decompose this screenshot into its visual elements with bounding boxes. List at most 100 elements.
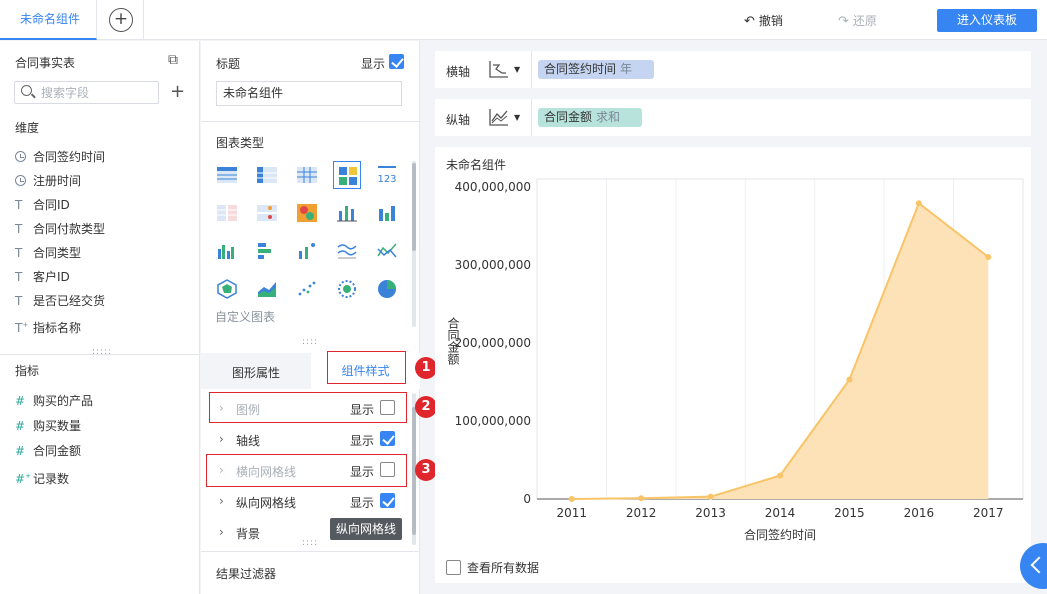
area-chart[interactable]: 0 100,000,000 200,000,000 300,000,000 400,00… bbox=[435, 147, 1031, 547]
field-item[interactable]: # 购买的产品 bbox=[15, 391, 93, 411]
enter-dashboard-button[interactable]: 进入仪表板 bbox=[937, 9, 1037, 32]
field-item[interactable]: T 合同付款类型 bbox=[15, 219, 105, 239]
line-markers-icon[interactable] bbox=[373, 237, 401, 265]
annotation-box-2 bbox=[209, 392, 407, 423]
top-bar: 未命名组件 + ↶ 撤销 ↷ 还原 进入仪表板 bbox=[0, 0, 1047, 40]
tab-divider bbox=[143, 0, 144, 40]
vertical-grid-show-checkbox[interactable] bbox=[380, 493, 395, 508]
resize-handle[interactable]: :::: bbox=[302, 337, 318, 347]
view-all-checkbox[interactable] bbox=[446, 560, 461, 575]
field-label: 注册时间 bbox=[33, 174, 82, 188]
field-item[interactable]: T 合同类型 bbox=[15, 243, 81, 263]
vertical-grid-row[interactable]: › 纵向网格线 显示 bbox=[201, 486, 412, 516]
text-type-icon: T bbox=[15, 270, 23, 284]
pie-icon[interactable] bbox=[373, 275, 401, 303]
y-axis-title: 合同金额 bbox=[446, 316, 460, 366]
custom-chart-label[interactable]: 自定义图表 bbox=[215, 308, 275, 325]
background-label: 背景 bbox=[236, 527, 261, 541]
view-all-data[interactable]: 查看所有数据 bbox=[446, 559, 539, 576]
x-field-pill[interactable]: 合同签约时间年 bbox=[538, 60, 654, 79]
axis-line-show-label: 显示 bbox=[350, 434, 375, 448]
resize-handle[interactable]: ::::: bbox=[92, 347, 112, 357]
field-item[interactable]: T 客户ID bbox=[15, 267, 70, 287]
grouped-table-icon[interactable] bbox=[253, 161, 281, 189]
bar-chart-icon[interactable] bbox=[253, 237, 281, 265]
stacked-bar-icon[interactable] bbox=[333, 199, 361, 227]
field-item[interactable]: # 购买数量 bbox=[15, 416, 81, 436]
field-item[interactable]: # 合同金额 bbox=[15, 441, 81, 461]
chart-type-scrollbar[interactable] bbox=[412, 163, 416, 251]
title-show-checkbox[interactable] bbox=[389, 54, 404, 69]
matrix-icon[interactable] bbox=[333, 161, 361, 189]
x-axis-bar: 横轴 ▼ 合同签约时间年 bbox=[435, 51, 1031, 88]
caret-down-icon[interactable]: ▼ bbox=[514, 65, 520, 74]
x-tick-label: 2014 bbox=[765, 506, 796, 520]
vertical-grid-show-label: 显示 bbox=[350, 496, 375, 510]
annotation-badge-2: 2 bbox=[415, 396, 437, 418]
column-chart-icon[interactable] bbox=[373, 199, 401, 227]
y-axis-bar: 纵轴 ▼ 合同金额 求和 bbox=[435, 99, 1031, 136]
clock-icon bbox=[15, 175, 26, 186]
x-axis-chart-icon[interactable] bbox=[488, 59, 510, 82]
divider bbox=[201, 121, 420, 122]
heatmap-icon[interactable] bbox=[293, 199, 321, 227]
data-point bbox=[638, 495, 645, 502]
field-item[interactable]: T 是否已经交货 bbox=[15, 291, 105, 311]
radar-icon[interactable] bbox=[213, 275, 241, 303]
field-label: 是否已经交货 bbox=[33, 294, 106, 308]
scatter-icon[interactable] bbox=[293, 275, 321, 303]
redo-button[interactable]: ↷ 还原 bbox=[838, 12, 877, 29]
series-area bbox=[571, 203, 989, 499]
field-label: 合同付款类型 bbox=[33, 222, 106, 236]
caret-down-icon[interactable]: ▼ bbox=[514, 113, 520, 122]
bubble-icon[interactable] bbox=[333, 275, 361, 303]
chart-type-label: 图表类型 bbox=[216, 136, 265, 150]
x-tick-label: 2013 bbox=[695, 506, 726, 520]
hash-formula-icon: #+ bbox=[15, 472, 31, 486]
search-icon bbox=[21, 85, 32, 96]
data-point bbox=[568, 496, 575, 502]
switch-table-icon[interactable]: ⧉ bbox=[168, 52, 178, 68]
redo-label: 还原 bbox=[852, 14, 877, 28]
text-type-icon: T bbox=[15, 198, 23, 212]
axis-line-show-checkbox[interactable] bbox=[380, 431, 395, 446]
field-search-box[interactable] bbox=[14, 81, 159, 104]
y-field-agg: 求和 bbox=[596, 110, 621, 124]
view-all-label: 查看所有数据 bbox=[467, 561, 540, 575]
resize-handle[interactable]: :::: bbox=[302, 538, 318, 548]
area-icon[interactable] bbox=[253, 275, 281, 303]
kpi-table-icon[interactable] bbox=[213, 199, 241, 227]
field-item[interactable]: 合同签约时间 bbox=[15, 147, 105, 167]
text-formula-icon: T+ bbox=[15, 321, 29, 335]
hash-icon: # bbox=[15, 444, 26, 458]
field-item[interactable]: T 合同ID bbox=[15, 195, 70, 215]
add-tab-button[interactable]: + bbox=[109, 8, 133, 32]
field-search-input[interactable] bbox=[41, 84, 151, 101]
multi-column-icon[interactable] bbox=[213, 237, 241, 265]
y-axis-chart-icon[interactable] bbox=[488, 107, 510, 130]
field-item[interactable]: T+ 指标名称 bbox=[15, 315, 81, 335]
y-field-pill[interactable]: 合同金额 求和 bbox=[538, 108, 642, 127]
cross-table-icon[interactable] bbox=[293, 161, 321, 189]
kpi-cards-icon[interactable] bbox=[253, 199, 281, 227]
y-tick-label: 200,000,000 bbox=[455, 336, 531, 350]
add-field-button[interactable]: + bbox=[170, 82, 185, 102]
field-item[interactable]: 注册时间 bbox=[15, 171, 81, 191]
y-tick-label: 400,000,000 bbox=[455, 180, 531, 194]
tab-graphic-attributes[interactable]: 图形属性 bbox=[232, 364, 280, 381]
field-panel: 合同事实表 ⧉ + 维度 合同签约时间 注册时间 T 合同ID T 合同付款类型 T… bbox=[0, 41, 200, 594]
number-icon[interactable]: 123 bbox=[373, 161, 401, 189]
line-chart-icon[interactable] bbox=[333, 237, 361, 265]
tab-component[interactable]: 未命名组件 bbox=[0, 0, 97, 40]
field-item[interactable]: #+ 记录数 bbox=[15, 466, 69, 486]
annotation-box-3 bbox=[206, 454, 407, 487]
axis-line-row[interactable]: › 轴线 显示 bbox=[201, 424, 412, 454]
undo-label: 撤销 bbox=[758, 14, 783, 28]
table-icon[interactable] bbox=[213, 161, 241, 189]
field-label: 记录数 bbox=[33, 472, 70, 486]
x-field-agg: 年 bbox=[620, 62, 633, 76]
title-input[interactable]: 未命名组件 bbox=[216, 81, 402, 106]
config-panel: 标题 显示 未命名组件 图表类型 123 自定义图表 :::: 图形属性 组件样… bbox=[201, 41, 437, 594]
dot-column-icon[interactable] bbox=[293, 237, 321, 265]
undo-button[interactable]: ↶ 撤销 bbox=[744, 12, 783, 29]
